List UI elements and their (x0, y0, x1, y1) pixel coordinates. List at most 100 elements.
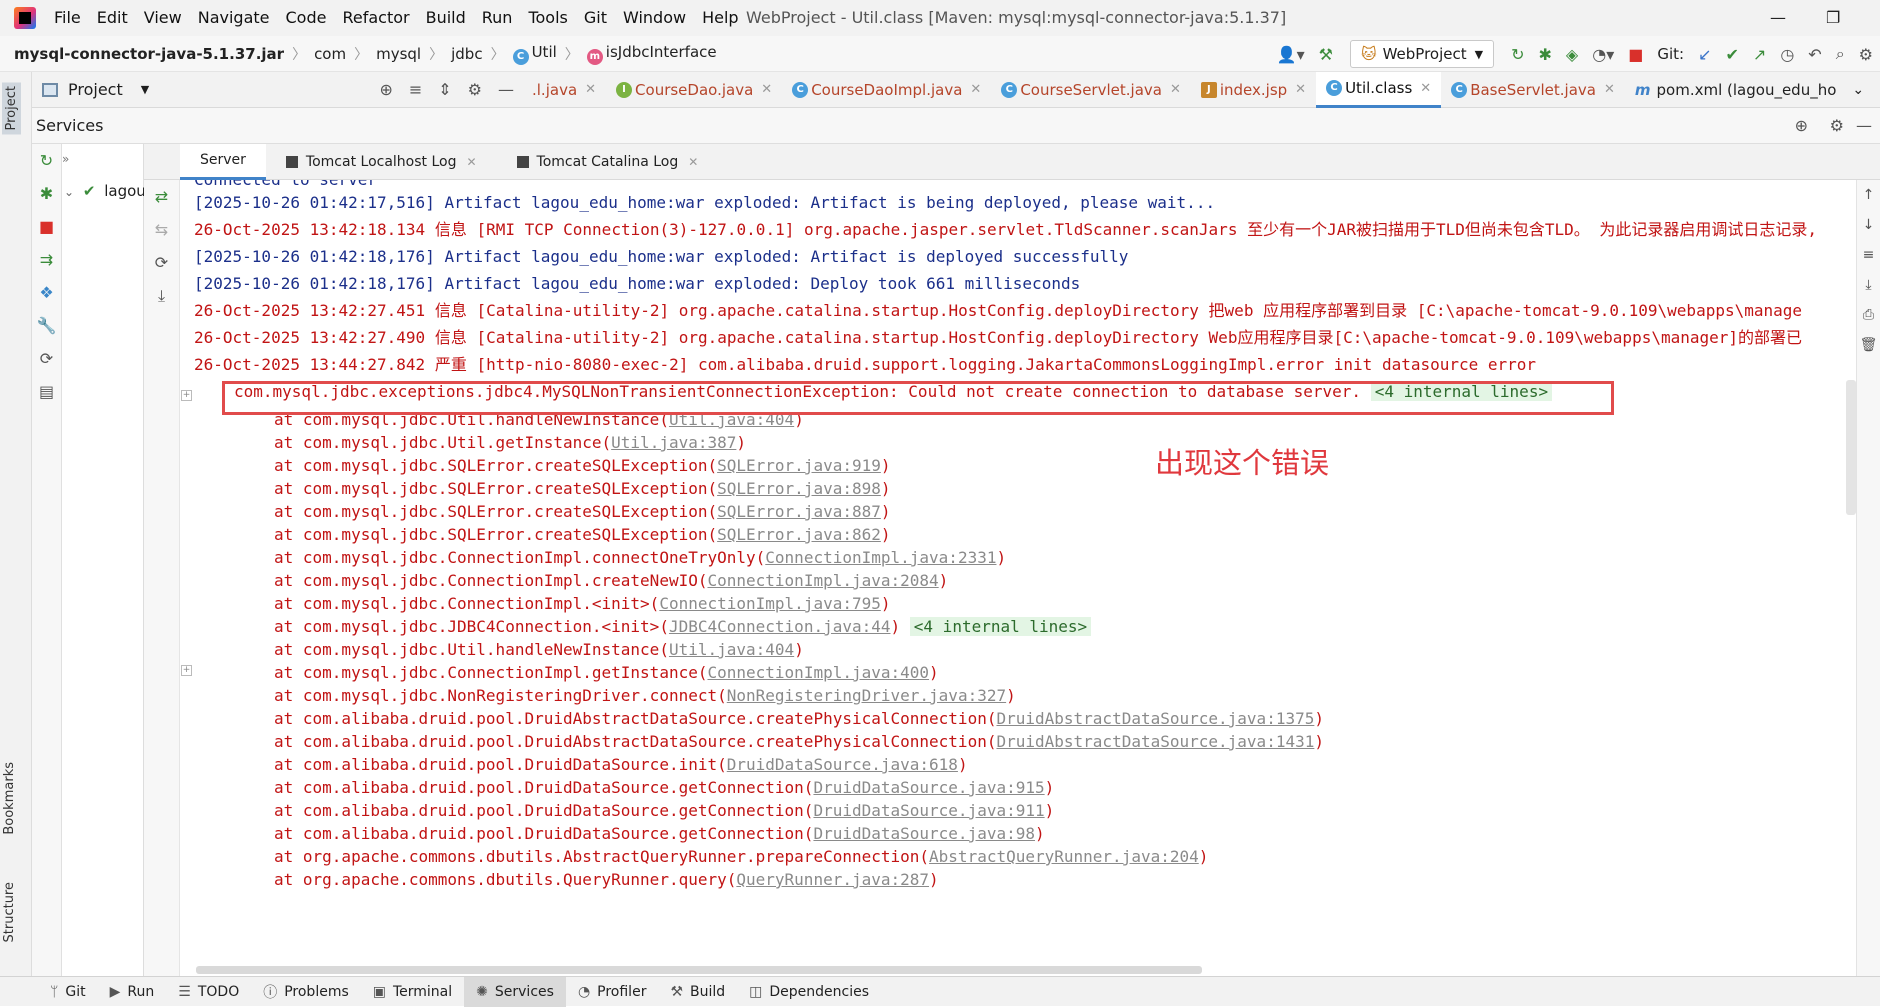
chevron-down-icon[interactable]: ⌄ (64, 185, 74, 199)
menu-refactor[interactable]: Refactor (334, 0, 417, 36)
refresh-icon[interactable]: ⟳ (32, 342, 61, 375)
status-services[interactable]: ✺ Services (464, 976, 566, 1007)
source-link[interactable]: DruidDataSource.java:618 (727, 755, 958, 774)
tab-pom-xml[interactable]: m pom.xml (lagou_edu_ho (1625, 72, 1847, 108)
status-run[interactable]: ▶ Run (98, 977, 167, 1007)
build-hammer-icon[interactable]: ⚒ (1319, 45, 1333, 64)
menu-git[interactable]: Git (576, 0, 615, 36)
menu-window[interactable]: Window (615, 0, 694, 36)
globe-icon[interactable]: ⊕ (1795, 116, 1808, 135)
source-link[interactable]: DruidAbstractDataSource.java:1375 (996, 709, 1314, 728)
group-icon[interactable]: ❖ (32, 276, 61, 309)
restore-icon[interactable]: ❐ (1826, 0, 1840, 36)
coverage-icon[interactable]: ◈ (1566, 45, 1578, 64)
hide-icon[interactable]: — (498, 80, 514, 99)
breadcrumb-jdbc[interactable]: jdbc (447, 45, 486, 63)
breadcrumb-method[interactable]: m isJdbcInterface (583, 43, 721, 65)
source-link[interactable]: ConnectionImpl.java:2331 (765, 548, 996, 567)
clear-icon[interactable]: 🗑 (1857, 330, 1880, 360)
structure-tool-label[interactable]: Structure (2, 882, 17, 942)
gear-icon[interactable]: ⚙ (1830, 116, 1844, 135)
menu-run[interactable]: Run (474, 0, 521, 36)
tab-index-jsp[interactable]: Jindex.jsp ✕ (1191, 72, 1316, 108)
source-link[interactable]: NonRegisteringDriver.java:327 (727, 686, 1006, 705)
fold-icon[interactable]: + (181, 390, 192, 401)
git-commit-icon[interactable]: ✔ (1726, 45, 1739, 64)
stop-icon[interactable]: ■ (1628, 45, 1643, 64)
menu-file[interactable]: File (46, 0, 89, 36)
minimize-icon[interactable]: — (1770, 0, 1786, 36)
source-link[interactable]: ConnectionImpl.java:795 (659, 594, 881, 613)
tab-tomcat-localhost-log[interactable]: Tomcat Localhost Log ✕ (266, 144, 497, 180)
status-problems[interactable]: ⓘ Problems (251, 977, 361, 1007)
rollback-icon[interactable]: ↶ (1808, 45, 1821, 64)
close-icon[interactable]: ✕ (1420, 81, 1431, 96)
deploy-icon[interactable]: ⇉ (32, 243, 61, 276)
menu-view[interactable]: View (136, 0, 190, 36)
source-link[interactable]: JDBC4Connection.java:44 (669, 617, 891, 636)
source-link[interactable]: Util.java:387 (611, 433, 736, 452)
breadcrumb-util[interactable]: C Util (509, 43, 561, 65)
scroll-up-icon[interactable]: ↑ (1857, 180, 1880, 210)
tab-server[interactable]: Server (180, 143, 266, 180)
menu-help[interactable]: Help (694, 0, 746, 36)
print-icon[interactable]: ⎙ (1857, 300, 1880, 330)
source-link[interactable]: SQLError.java:887 (717, 502, 881, 521)
locate-icon[interactable]: ⊕ (379, 80, 392, 99)
git-update-icon[interactable]: ↙ (1698, 45, 1711, 64)
tab-prev-java[interactable]: .l.java ✕ (522, 72, 606, 108)
source-link[interactable]: DruidAbstractDataSource.java:1431 (996, 732, 1314, 751)
bookmarks-tool-label[interactable]: Bookmarks (2, 762, 17, 835)
tab-tomcat-catalina-log[interactable]: Tomcat Catalina Log ✕ (497, 144, 719, 180)
tab-util-class[interactable]: C Util.class ✕ (1316, 71, 1442, 108)
tree-item-lagou[interactable]: ⌄ ✔ lagou (64, 182, 144, 200)
close-icon[interactable]: ✕ (688, 155, 698, 169)
update-app-icon[interactable]: ⇄ (144, 180, 179, 213)
profiler-icon[interactable]: ◔▾ (1592, 45, 1614, 64)
debug-bug-icon[interactable]: ✱ (1539, 45, 1552, 64)
history-icon[interactable]: ◷ (1780, 45, 1794, 64)
breadcrumb-jar[interactable]: mysql-connector-java-5.1.37.jar (0, 45, 288, 63)
tab-baseservlet[interactable]: C BaseServlet.java ✕ (1441, 72, 1625, 108)
project-tool-label[interactable]: Project (2, 82, 21, 135)
chevron-down-icon[interactable]: ▼ (141, 83, 149, 96)
close-icon[interactable]: ✕ (585, 82, 596, 97)
status-dependencies[interactable]: ◫ Dependencies (737, 977, 881, 1007)
run-config-select[interactable]: 🐱 WebProject ▼ (1349, 40, 1495, 68)
close-icon[interactable]: ✕ (761, 82, 772, 97)
source-link[interactable]: QueryRunner.java:287 (736, 870, 929, 889)
close-icon[interactable]: ✕ (970, 82, 981, 97)
search-icon[interactable]: ⌕ (1836, 44, 1845, 64)
breadcrumb-com[interactable]: com (310, 45, 350, 63)
project-title[interactable]: Project (68, 80, 123, 99)
menu-navigate[interactable]: Navigate (190, 0, 278, 36)
source-link[interactable]: DruidDataSource.java:911 (813, 801, 1044, 820)
source-link[interactable]: SQLError.java:919 (717, 456, 881, 475)
source-link[interactable]: SQLError.java:862 (717, 525, 881, 544)
menu-code[interactable]: Code (278, 0, 335, 36)
menu-build[interactable]: Build (418, 0, 474, 36)
rerun-icon[interactable]: ↻ (32, 144, 61, 177)
scroll-down-icon[interactable]: ↓ (1857, 210, 1880, 240)
gear-icon[interactable]: ⚙ (468, 80, 482, 99)
refresh-icon[interactable]: ⟳ (144, 246, 179, 279)
vertical-scrollbar[interactable] (1846, 380, 1856, 515)
redeploy-icon[interactable]: ⇆ (144, 213, 179, 246)
fold-icon[interactable]: + (181, 665, 192, 676)
status-profiler[interactable]: ◔ Profiler (566, 977, 659, 1007)
wrench-icon[interactable]: 🔧 (32, 309, 61, 342)
tab-coursedaoimpl[interactable]: C CourseDaoImpl.java ✕ (782, 72, 991, 108)
console-output[interactable]: Connected to server [2025-10-26 01:42:17… (180, 180, 1856, 976)
debug-bug-icon[interactable]: ✱ (32, 177, 61, 210)
hide-icon[interactable]: — (1856, 116, 1872, 135)
scroll-to-end-icon[interactable]: ⤓ (1857, 270, 1880, 300)
status-git[interactable]: ᛘ Git (38, 977, 98, 1007)
expand-icon[interactable]: » (62, 152, 69, 166)
status-todo[interactable]: ☰ TODO (166, 977, 251, 1007)
source-link[interactable]: Util.java:404 (669, 640, 794, 659)
source-link[interactable]: AbstractQueryRunner.java:204 (929, 847, 1199, 866)
git-push-icon[interactable]: ↗ (1753, 45, 1766, 64)
deploy-down-icon[interactable]: ⤓ (144, 279, 179, 312)
layout-icon[interactable]: ▤ (32, 375, 61, 408)
menu-edit[interactable]: Edit (89, 0, 136, 36)
